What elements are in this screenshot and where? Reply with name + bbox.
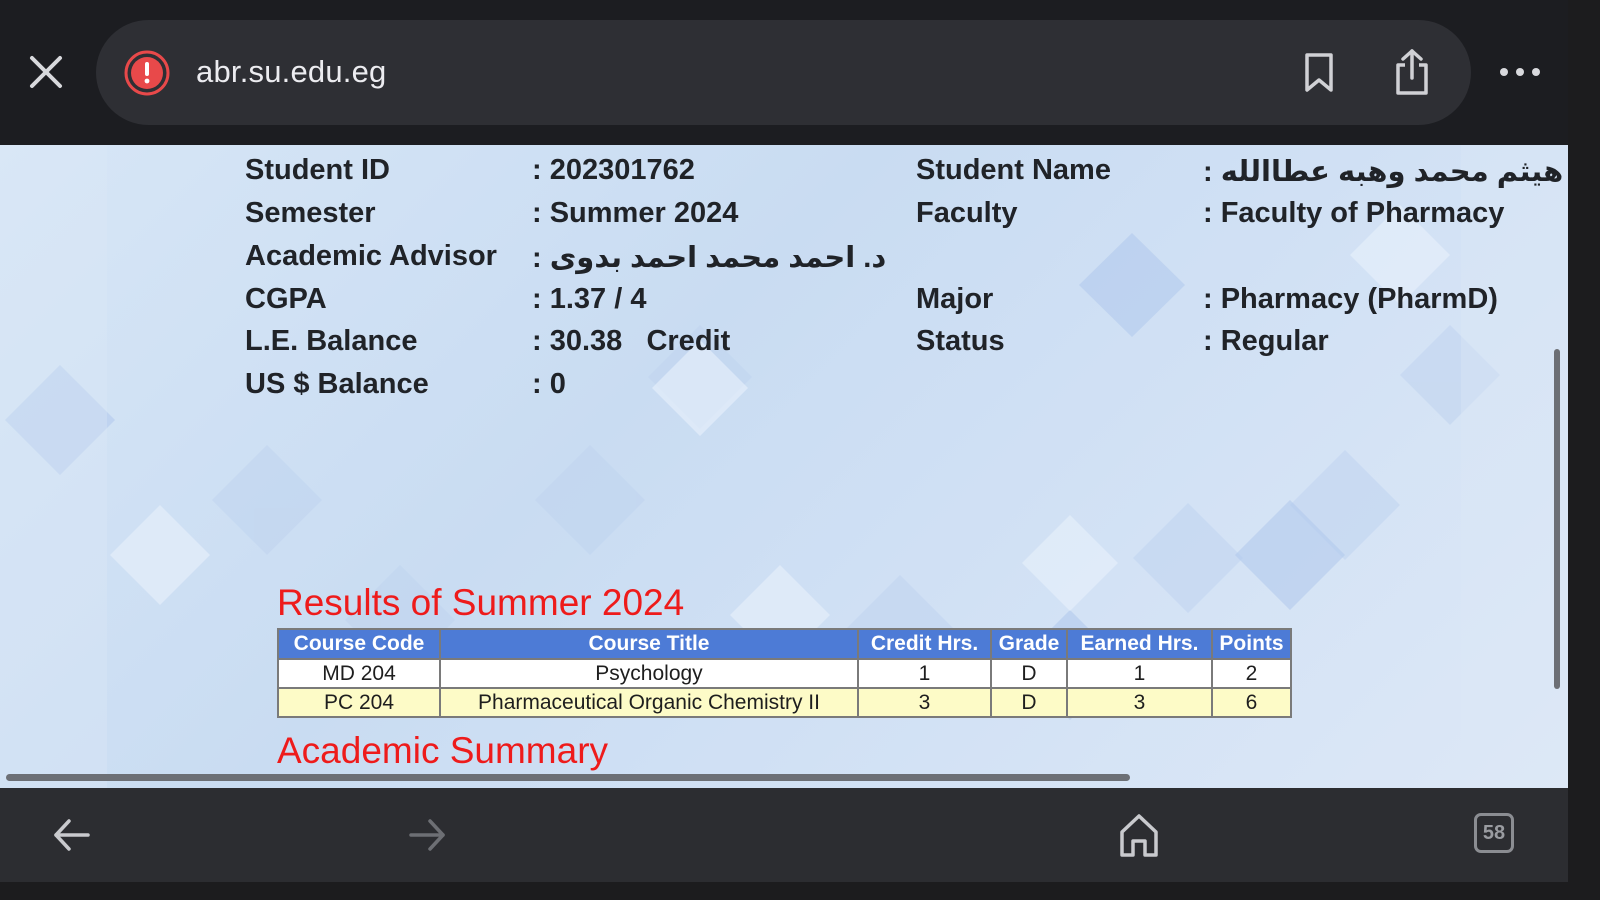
vertical-scrollbar[interactable] <box>1554 349 1560 689</box>
cgpa-value: : 1.37 / 4 <box>532 283 647 315</box>
cell-earned-hrs: 3 <box>1066 687 1213 718</box>
le-balance-label: L.E. Balance <box>245 325 418 357</box>
advisor-value: : د. احمد محمد احمد بدوى <box>532 242 887 274</box>
url-text[interactable]: abr.su.edu.eg <box>196 54 386 90</box>
cell-points: 6 <box>1211 687 1292 718</box>
bookmark-icon[interactable] <box>1299 52 1339 94</box>
results-title: Results of Summer 2024 <box>277 582 685 623</box>
academic-summary-title: Academic Summary <box>277 730 609 771</box>
forward-arrow-icon[interactable] <box>407 816 447 854</box>
faculty-label: Faculty <box>916 197 1018 229</box>
web-page-content: Student ID : 202301762 Student Name : اح… <box>0 145 1568 788</box>
usd-balance-label: US $ Balance <box>245 368 429 400</box>
address-bar[interactable]: abr.su.edu.eg <box>96 20 1471 125</box>
student-name-label: Student Name <box>916 154 1111 186</box>
cell-course-title: Pharmaceutical Organic Chemistry II <box>439 687 859 718</box>
header-course-code: Course Code <box>277 628 441 660</box>
more-icon[interactable] <box>1498 60 1542 84</box>
advisor-label: Academic Advisor <box>245 240 497 272</box>
table-row: MD 204 Psychology 1 D 1 2 <box>277 658 1292 689</box>
cell-grade: D <box>990 687 1068 718</box>
semester-value: : Summer 2024 <box>532 197 739 229</box>
tabs-icon[interactable]: 58 <box>1474 813 1514 853</box>
header-grade: Grade <box>990 628 1068 660</box>
header-points: Points <box>1211 628 1292 660</box>
le-balance-value: : 30.38 Credit <box>532 325 731 357</box>
header-course-title: Course Title <box>439 628 859 660</box>
cell-credit-hrs: 1 <box>857 658 992 689</box>
results-header-row: Course Code Course Title Credit Hrs. Gra… <box>277 628 1292 660</box>
horizontal-scrollbar[interactable] <box>6 774 1130 781</box>
home-icon[interactable] <box>1118 812 1160 858</box>
close-icon <box>30 56 62 88</box>
cgpa-label: CGPA <box>245 283 327 315</box>
student-id-label: Student ID <box>245 154 390 186</box>
back-arrow-icon[interactable] <box>52 816 92 854</box>
browser-top-bar: abr.su.edu.eg <box>0 0 1568 145</box>
share-icon[interactable] <box>1392 48 1432 96</box>
header-credit-hrs: Credit Hrs. <box>857 628 992 660</box>
cell-course-title: Psychology <box>439 658 859 689</box>
cell-course-code: PC 204 <box>277 687 441 718</box>
cell-course-code: MD 204 <box>277 658 441 689</box>
warning-icon[interactable] <box>124 50 170 96</box>
student-name-value: : احمد هيثم محمد وهبه عطاالله <box>1203 156 1568 188</box>
status-label: Status <box>916 325 1005 357</box>
results-table: Course Code Course Title Credit Hrs. Gra… <box>277 628 1292 718</box>
cell-grade: D <box>990 658 1068 689</box>
header-earned-hrs: Earned Hrs. <box>1066 628 1213 660</box>
cell-earned-hrs: 1 <box>1066 658 1213 689</box>
browser-bottom-toolbar: 58 <box>0 788 1568 882</box>
semester-label: Semester <box>245 197 376 229</box>
student-id-value: : 202301762 <box>532 154 695 186</box>
cell-credit-hrs: 3 <box>857 687 992 718</box>
table-row: PC 204 Pharmaceutical Organic Chemistry … <box>277 687 1292 718</box>
cell-points: 2 <box>1211 658 1292 689</box>
status-value: : Regular <box>1203 325 1329 357</box>
tab-count: 58 <box>1482 821 1506 844</box>
faculty-value: : Faculty of Pharmacy <box>1203 197 1505 229</box>
usd-balance-value: : 0 <box>532 368 566 400</box>
close-button[interactable] <box>26 52 66 92</box>
major-label: Major <box>916 283 994 315</box>
major-value: : Pharmacy (PharmD) <box>1203 283 1498 315</box>
